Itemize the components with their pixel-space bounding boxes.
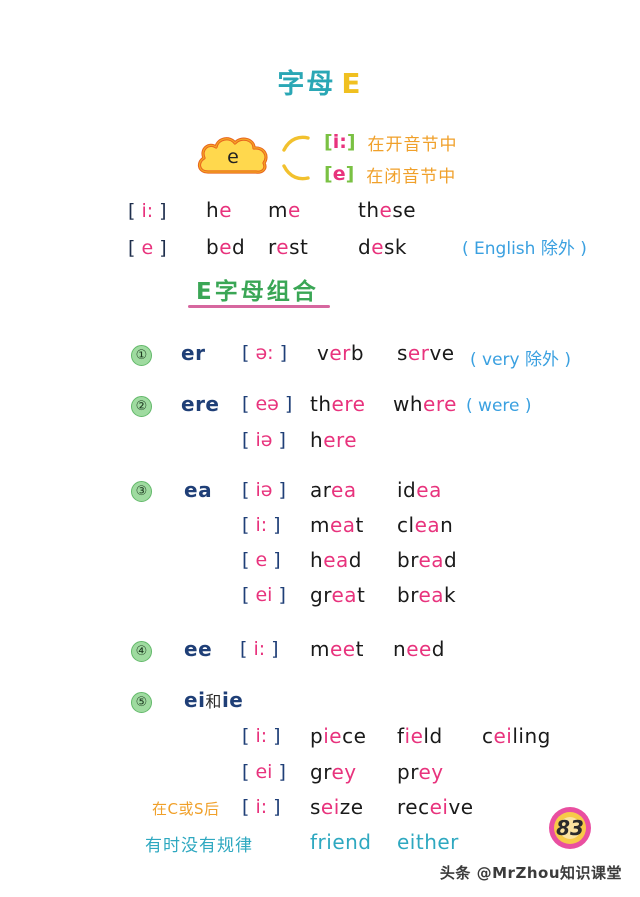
rule-tag-no-pattern: 有时没有规律 (145, 836, 253, 856)
example-word: bed (206, 235, 246, 259)
cloud-icon (197, 137, 268, 174)
example-word: piece (310, 724, 367, 748)
list-number-4: ④ (131, 641, 152, 662)
cloud-rule-row: [ i: ] 在开音节中 (324, 126, 458, 158)
example-word: area (310, 478, 357, 502)
example-word: serve (397, 341, 455, 365)
combo-label-er: er (181, 341, 206, 365)
phonetic-label: [ ei ] (242, 584, 286, 606)
exception-note: ( were ) (466, 396, 532, 416)
brace-arcs-icon (282, 135, 310, 181)
phonetic-label: [ e ] (128, 237, 167, 259)
phonetic-symbol: i: (332, 131, 347, 153)
example-word: here (310, 428, 358, 452)
example-word: seize (310, 795, 364, 819)
bracket-close: ] (345, 163, 355, 185)
example-word: idea (397, 478, 442, 502)
example-word: head (310, 548, 362, 572)
phonetic-symbol: e (141, 237, 154, 259)
example-word: break (397, 583, 457, 607)
list-number-5: ⑤ (131, 692, 152, 713)
example-word: either (397, 830, 459, 854)
example-word: these (358, 198, 417, 222)
example-word: receive (397, 795, 474, 819)
example-row: [ i: ] he me these (128, 198, 416, 222)
page-number-badge (549, 807, 591, 849)
bracket-open: [ (324, 163, 333, 185)
combo-label-ee: ee (184, 637, 213, 661)
bracket-open: [ (324, 131, 333, 153)
example-word: friend (310, 830, 372, 854)
phonetic-label: [ eə ] (242, 393, 293, 415)
phonetic-label: [ i: ] (242, 725, 281, 747)
phonetic-label: [ i: ] (128, 200, 167, 222)
phonetic-label: [ i: ] (240, 638, 279, 660)
example-word: where (393, 392, 457, 416)
example-word: verb (317, 341, 365, 365)
example-word: bread (397, 548, 458, 572)
example-word: field (397, 724, 443, 748)
watermark: 头条 @MrZhou知识课堂 (439, 864, 622, 882)
example-word: desk (358, 235, 408, 259)
page-title-cn: 字母 (277, 69, 336, 100)
cloud-rule-row: [ e ] 在闭音节中 (324, 158, 458, 190)
phonetic-label: [ i: ] (242, 796, 281, 818)
phonetic-label: [ i: ] (242, 514, 281, 536)
example-word: rest (268, 235, 309, 259)
example-word: meat (310, 513, 364, 537)
cloud-diagram: e [ i: ] 在开音节中 [ e ] 在闭音节中 (196, 126, 596, 190)
bracket-close: ] (346, 131, 356, 153)
cloud-rule-list: [ i: ] 在开音节中 [ e ] 在闭音节中 (324, 126, 458, 190)
phonetic-label: [ ei ] (242, 761, 286, 783)
phonetic-label: [ iə ] (242, 479, 286, 501)
exception-note: ( English 除外 ) (462, 239, 587, 259)
example-word: meet (310, 637, 364, 661)
combo-label-ea: ea (184, 478, 213, 502)
section-underline (188, 305, 330, 308)
list-number-3: ③ (131, 481, 152, 502)
example-word: prey (397, 760, 444, 784)
phonetic-label: [ e ] (242, 549, 281, 571)
example-word: clean (397, 513, 454, 537)
example-word: me (268, 198, 301, 222)
study-page: 字母 E e [ i: ] 在开音节中 [ e ] 在闭音节中 [i:] h… (0, 0, 640, 897)
page-title: 字母 E (0, 62, 640, 101)
rule-note: 在闭音节中 (366, 166, 457, 187)
example-word: great (310, 583, 366, 607)
exception-note: ( very 除外 ) (470, 350, 572, 370)
combo-conjunction: 和 (205, 692, 222, 711)
combo-ei: ei (184, 688, 206, 712)
rule-note: 在开音节中 (367, 134, 458, 155)
phonetic-symbol: i: (141, 200, 154, 222)
list-number-1: ① (131, 345, 152, 366)
section-title: E字母组合 (196, 279, 319, 305)
example-row: [ e ] bed rest desk ( English 除外 ) (128, 234, 587, 259)
example-word: ceiling (482, 724, 551, 748)
page-title-en: E (341, 67, 363, 100)
phonetic-label: [ ə: ] (242, 342, 287, 364)
combo-ie: ie (221, 688, 244, 712)
rule-tag-after-c-s: 在C或S后 (152, 800, 220, 818)
example-word: grey (310, 760, 357, 784)
example-word: he (206, 198, 232, 222)
example-word: need (393, 637, 445, 661)
phonetic-label: [ iə ] (242, 429, 286, 451)
list-number-2: ② (131, 396, 152, 417)
combo-label-ei-ie: ei和ie (184, 688, 243, 712)
phonetic-symbol: e (332, 163, 346, 185)
combo-label-ere: ere (181, 392, 220, 416)
example-word: there (310, 392, 366, 416)
